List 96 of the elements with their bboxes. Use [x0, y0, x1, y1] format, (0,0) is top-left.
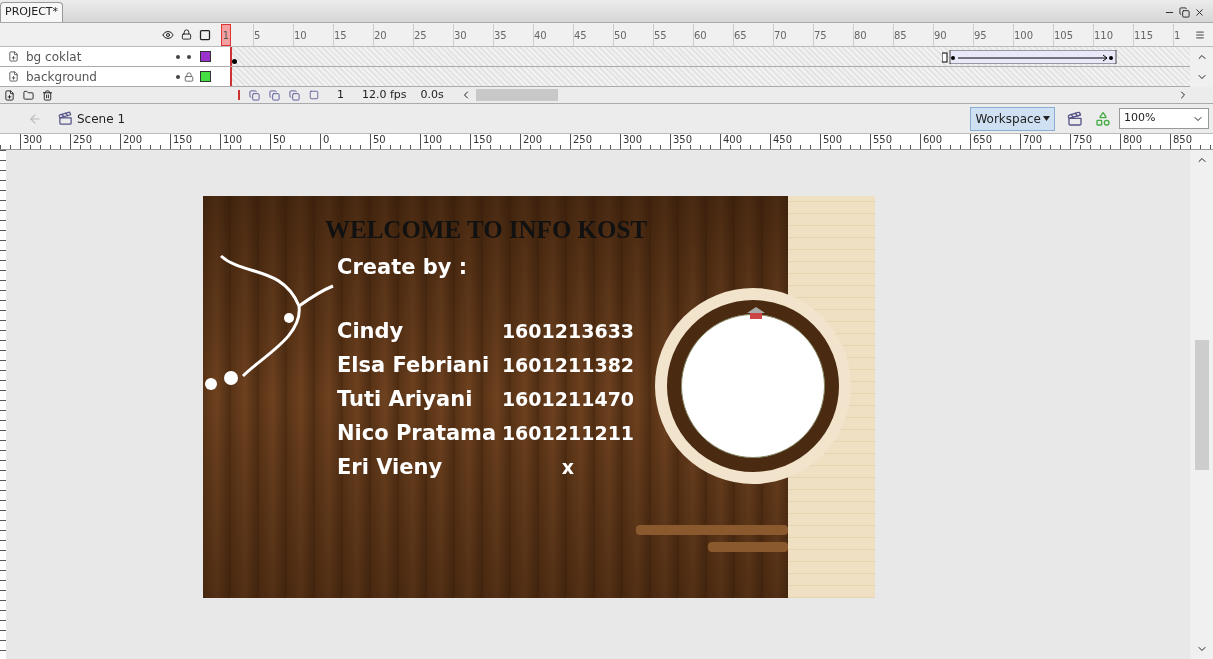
frame-number: 40: [533, 24, 573, 46]
frame-number: 60: [693, 24, 733, 46]
frame-number: 95: [973, 24, 1013, 46]
member-id: 1601211211: [500, 420, 636, 446]
workspace-dropdown[interactable]: Workspace: [970, 106, 1055, 131]
folder-icon[interactable]: [23, 89, 34, 101]
frame-number: 115: [1133, 24, 1173, 46]
scene-icon: [58, 111, 73, 126]
caret-icon: [1043, 116, 1050, 121]
ruler-label: 200: [120, 134, 170, 149]
frame-number: 1: [1173, 24, 1213, 46]
playhead-label[interactable]: 1: [221, 24, 231, 46]
ruler-label: 400: [720, 134, 770, 149]
ruler-label: 750: [1070, 134, 1120, 149]
outline-icon[interactable]: [199, 28, 211, 41]
ruler-label: 100: [220, 134, 270, 149]
frame-number: 45: [573, 24, 613, 46]
ruler-label: 550: [870, 134, 920, 149]
member-name: Elsa Febriani: [337, 351, 491, 379]
current-frame: 1: [337, 86, 344, 104]
welcome-title: WELCOME TO INFO KOST: [325, 215, 649, 245]
ruler-label: 700: [1020, 134, 1070, 149]
layer-color-square[interactable]: [200, 51, 211, 62]
menu-icon[interactable]: [1195, 30, 1205, 40]
frame-number: 25: [413, 24, 453, 46]
ruler-label: 150: [470, 134, 520, 149]
frame-number: 105: [1053, 24, 1093, 46]
close-icon[interactable]: [1194, 7, 1205, 18]
scene-link[interactable]: Scene 1: [77, 109, 126, 128]
onion-outline-icon[interactable]: [269, 89, 280, 101]
ruler-label: 650: [970, 134, 1020, 149]
onion-skin-icon[interactable]: [249, 89, 260, 101]
layer-color-square[interactable]: [200, 71, 211, 82]
frame-number: 35: [493, 24, 533, 46]
frame-number: 55: [653, 24, 693, 46]
layer-icon: [7, 51, 19, 62]
layer-row[interactable]: bg coklat: [0, 47, 230, 66]
frame-number: 85: [893, 24, 933, 46]
new-layer-icon[interactable]: [4, 89, 15, 101]
layer-name: bg coklat: [26, 48, 83, 66]
ruler-label: 200: [520, 134, 570, 149]
frame-number: 90: [933, 24, 973, 46]
ruler-label: 300: [20, 134, 70, 149]
frame-number: 80: [853, 24, 893, 46]
ruler-label: 800: [1120, 134, 1170, 149]
ruler-label: 150: [170, 134, 220, 149]
member-id: 1601211382: [500, 352, 636, 378]
markers-icon[interactable]: [309, 90, 319, 100]
frame-number: 5: [253, 24, 293, 46]
restore-icon[interactable]: [1179, 7, 1190, 18]
layer-row[interactable]: background: [0, 67, 230, 86]
ruler-label: 500: [820, 134, 870, 149]
layer-icon: [7, 71, 19, 82]
scrollbar-thumb[interactable]: [1194, 339, 1209, 470]
member-id: 1601213633: [500, 318, 636, 344]
eye-icon[interactable]: [162, 28, 174, 41]
ruler-label: 850: [1170, 134, 1213, 149]
frame-number: 15: [333, 24, 373, 46]
elapsed-time: 0.0s: [420, 86, 444, 103]
house-icon: [746, 306, 766, 320]
layer-name: background: [26, 68, 98, 86]
edit-symbols-icon[interactable]: [1095, 110, 1111, 127]
member-name: Tuti Ariyani: [337, 385, 474, 413]
frame-number: 20: [373, 24, 413, 46]
edit-scene-icon[interactable]: [1067, 110, 1083, 127]
zoom-dropdown[interactable]: 100%: [1119, 108, 1209, 129]
member-name: Eri Vieny: [337, 453, 444, 481]
ruler-label: 600: [920, 134, 970, 149]
frame-number: 75: [813, 24, 853, 46]
lock-icon[interactable]: [181, 29, 192, 40]
member-name: Nico Pratama: [337, 419, 493, 447]
credits-heading: Create by :: [336, 254, 469, 281]
frame-number: 10: [293, 24, 333, 46]
ruler-label: 50: [370, 134, 420, 149]
ruler-label: 0: [320, 134, 370, 149]
ruler-label: 300: [620, 134, 670, 149]
frame-number: 70: [773, 24, 813, 46]
ruler-label: 450: [770, 134, 820, 149]
ruler-label: 100: [420, 134, 470, 149]
member-id: 1601211470: [500, 386, 636, 412]
ruler-label: 350: [670, 134, 720, 149]
frame-number: 30: [453, 24, 493, 46]
scrollbar-thumb[interactable]: [475, 89, 558, 101]
member-name: Cindy: [337, 317, 405, 345]
frame-rate: 12.0 fps: [362, 86, 407, 103]
edit-multiple-icon[interactable]: [289, 89, 300, 101]
ruler-label: 250: [70, 134, 120, 149]
frame-number: 100: [1013, 24, 1053, 46]
frame-number: 65: [733, 24, 773, 46]
ruler-label: 250: [570, 134, 620, 149]
ruler-label: 50: [270, 134, 320, 149]
member-id: x: [560, 454, 576, 480]
frame-number: 50: [613, 24, 653, 46]
document-tab[interactable]: PROJECT*: [0, 2, 64, 22]
trash-icon[interactable]: [42, 89, 53, 101]
frame-number: 110: [1093, 24, 1133, 46]
